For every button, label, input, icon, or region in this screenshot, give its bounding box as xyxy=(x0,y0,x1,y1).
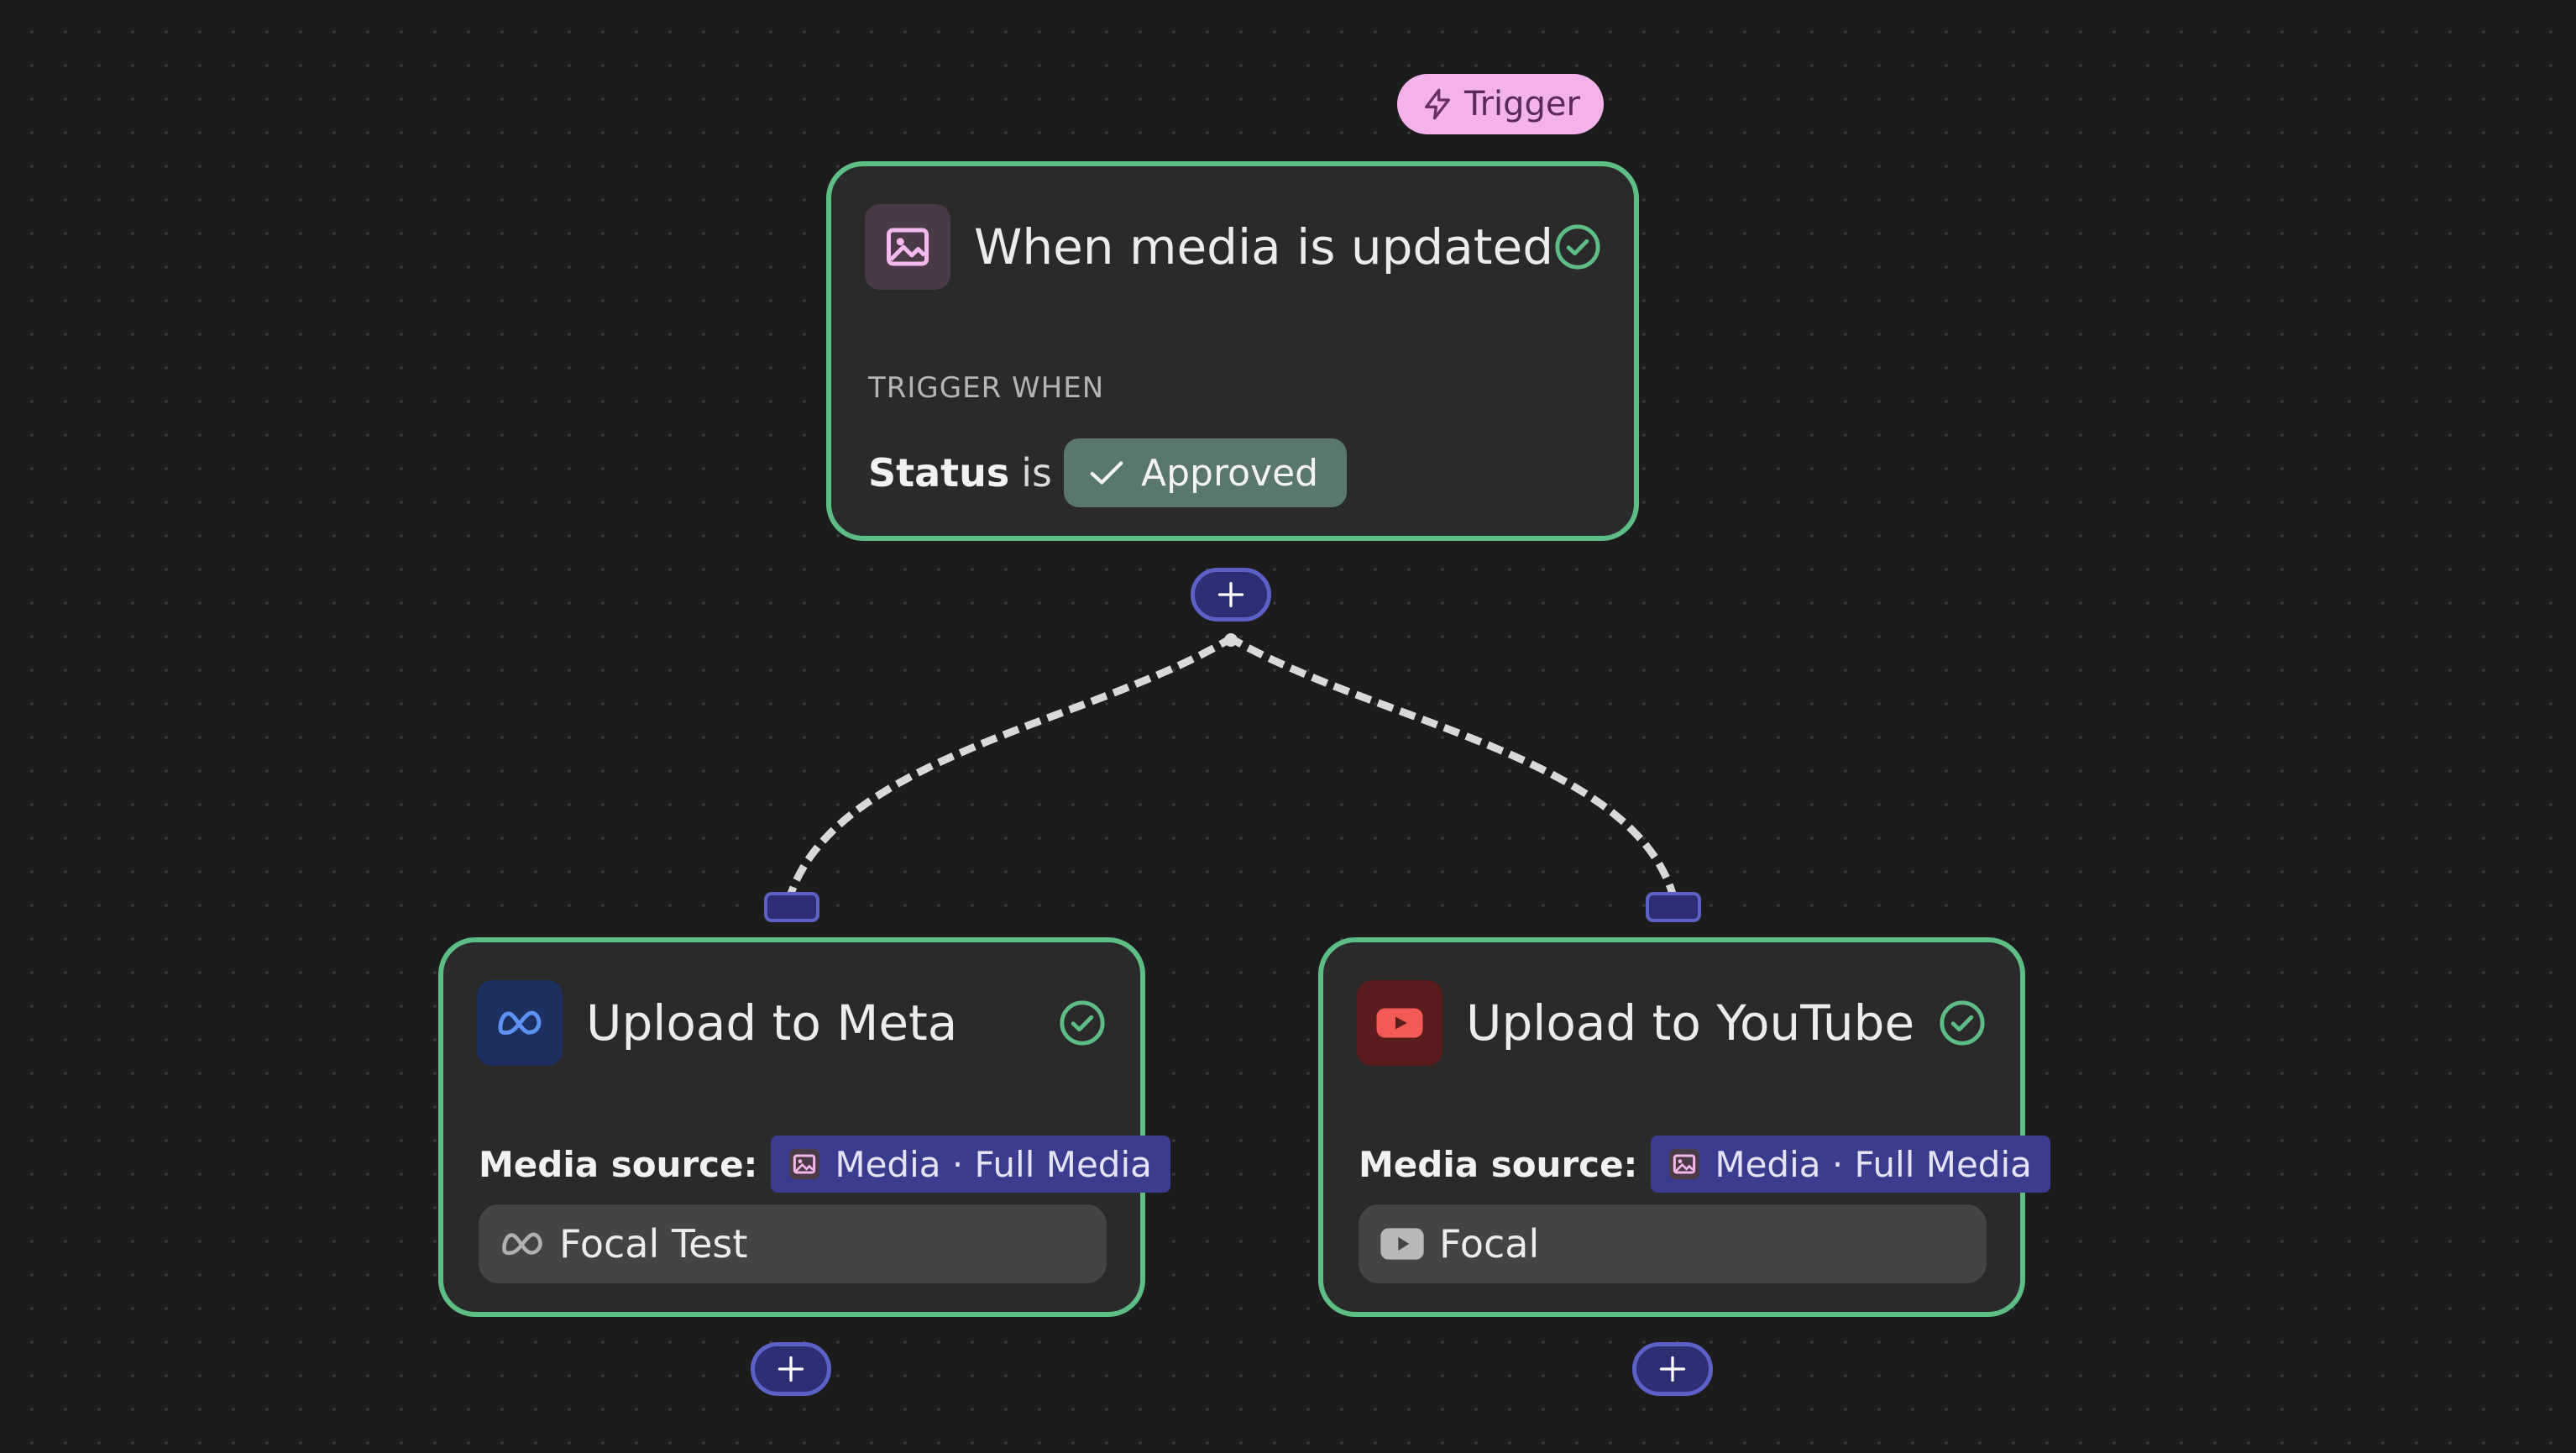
youtube-input-port[interactable] xyxy=(1646,892,1701,922)
plus-icon xyxy=(778,1356,804,1382)
meta-logo-icon xyxy=(477,980,563,1066)
condition-value: Approved xyxy=(1141,451,1319,495)
upload-to-youtube-node[interactable]: Upload to YouTube Media source: Media · … xyxy=(1318,937,2050,1317)
meta-account-select[interactable]: Focal Test xyxy=(479,1204,1107,1283)
image-icon xyxy=(1669,1148,1700,1180)
trigger-node-header: When media is updated xyxy=(865,203,1600,291)
image-icon xyxy=(865,204,950,290)
media-source-chip[interactable]: Media · Full Media xyxy=(1651,1136,2050,1193)
media-source-value: Media · Full Media xyxy=(1715,1143,2032,1185)
condition-operator: is xyxy=(1021,450,1053,496)
meta-node-header: Upload to Meta xyxy=(477,979,1107,1067)
status-approved-chip[interactable]: Approved xyxy=(1064,438,1348,507)
meta-node-title: Upload to Meta xyxy=(586,994,958,1052)
check-circle-icon xyxy=(1940,1000,1985,1046)
trigger-when-label: TRIGGER WHEN xyxy=(868,371,1105,405)
connector-to-youtube xyxy=(1225,632,1678,899)
trigger-badge: Trigger xyxy=(1397,74,1604,134)
workflow-canvas[interactable]: Trigger When media is updated TRIGGER WH… xyxy=(0,0,2576,1453)
media-source-value: Media · Full Media xyxy=(835,1143,1152,1185)
lightning-icon xyxy=(1425,88,1451,120)
media-source-label: Media source: xyxy=(479,1143,758,1185)
youtube-logo-icon xyxy=(1357,980,1442,1066)
check-circle-icon xyxy=(1060,1000,1105,1046)
add-step-button-youtube[interactable] xyxy=(1632,1342,1713,1396)
plus-icon xyxy=(1659,1356,1686,1382)
add-step-button[interactable] xyxy=(1191,568,1271,622)
checkmark-icon xyxy=(1090,461,1123,485)
youtube-account-select[interactable]: Focal xyxy=(1359,1204,1987,1283)
trigger-badge-label: Trigger xyxy=(1464,85,1580,123)
condition-field: Status xyxy=(868,450,1010,496)
media-source-label: Media source: xyxy=(1359,1143,1638,1185)
youtube-account-name: Focal xyxy=(1439,1221,1540,1267)
image-icon xyxy=(789,1148,820,1180)
trigger-node[interactable]: When media is updated TRIGGER WHEN Statu… xyxy=(826,161,1639,541)
meta-logo-icon xyxy=(502,1232,542,1256)
media-source-chip[interactable]: Media · Full Media xyxy=(771,1136,1170,1193)
youtube-logo-icon xyxy=(1380,1228,1424,1260)
youtube-node-header: Upload to YouTube xyxy=(1357,979,1987,1067)
upload-to-meta-node[interactable]: Upload to Meta Media source: Media · Ful… xyxy=(438,937,1170,1317)
plus-icon xyxy=(1217,581,1244,608)
trigger-condition: Status is Approved xyxy=(868,438,1348,507)
trigger-node-title: When media is updated xyxy=(974,218,1554,275)
youtube-node-title: Upload to YouTube xyxy=(1466,994,1915,1052)
connector-origin-dot xyxy=(1224,633,1238,647)
meta-account-name: Focal Test xyxy=(559,1221,748,1267)
meta-input-port[interactable] xyxy=(764,892,819,922)
youtube-media-source-row: Media source: Media · Full Media xyxy=(1359,1134,2050,1194)
check-circle-icon xyxy=(1555,224,1600,270)
meta-media-source-row: Media source: Media · Full Media xyxy=(479,1134,1170,1194)
connector-to-meta xyxy=(786,632,1237,899)
add-step-button-meta[interactable] xyxy=(751,1342,831,1396)
